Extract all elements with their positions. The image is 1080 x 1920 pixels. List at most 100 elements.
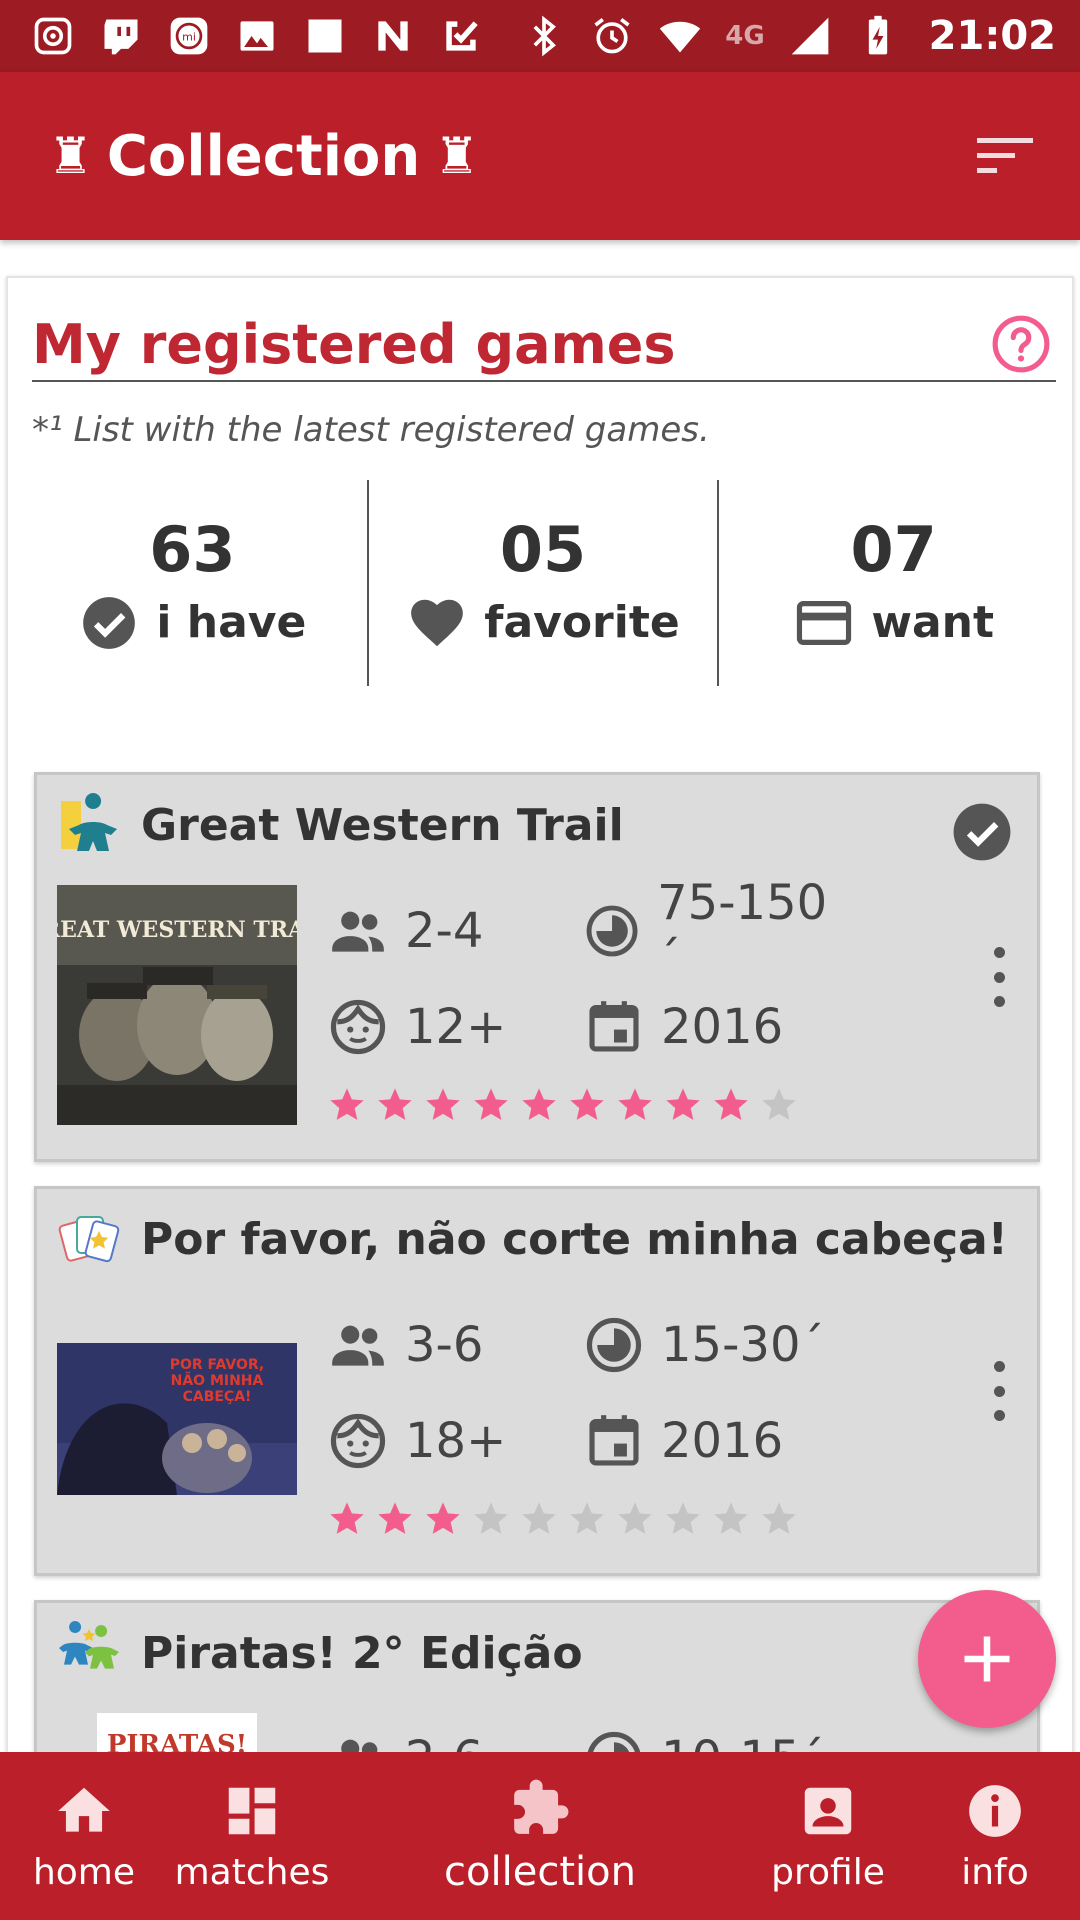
time-info: 75-150´ (583, 875, 839, 987)
status-bar: mi 4G 21:02 (0, 0, 1080, 72)
sort-icon (977, 138, 1033, 173)
stats-row: 63 i have 05 favorite 07 want (18, 480, 1068, 686)
square-icon (302, 13, 348, 59)
bluetooth-icon (521, 13, 567, 59)
bottom-navigation: home matches collection profile info (0, 1752, 1080, 1920)
nav-label: home (32, 1851, 136, 1893)
svg-text:CABEÇA!: CABEÇA! (183, 1389, 252, 1405)
signal-icon (787, 13, 833, 59)
battery-icon (855, 13, 901, 59)
star-empty-icon (714, 1502, 748, 1534)
page-title: Collection (106, 123, 421, 189)
game-card-header: Great Western Trail (57, 793, 624, 857)
game-card[interactable]: Por favor, não corte minha cabeça! POR F… (34, 1186, 1040, 1576)
game-meta: 2-4 75-150´ 12+ 2016 (327, 875, 847, 1075)
status-system-icons: 4G 21:02 (521, 13, 1056, 59)
age-info: 12+ (327, 996, 583, 1058)
age-value: 12+ (405, 999, 507, 1055)
star-filled-icon (570, 1088, 604, 1120)
players-value: 2-4 (405, 903, 484, 959)
star-filled-icon (378, 1088, 412, 1120)
time-value: 75-150´ (657, 875, 828, 987)
rating-stars (327, 1085, 799, 1125)
clock-icon (586, 1317, 642, 1373)
nav-label: collection (444, 1849, 636, 1895)
star-filled-icon (426, 1502, 460, 1534)
rook-icon: ♜ (48, 127, 93, 185)
players-icon (332, 1325, 384, 1366)
check-circle-icon (83, 596, 136, 649)
nav-collection[interactable]: collection (440, 1752, 640, 1920)
players-info: 2-4 (327, 900, 583, 962)
meeple-logo-icon (61, 793, 117, 851)
game-meta: 3-6 15-30´ 18+ 2016 (327, 1297, 847, 1489)
star-filled-icon (522, 1088, 556, 1120)
stat-want[interactable]: 07 want (717, 480, 1068, 686)
sort-button[interactable] (970, 121, 1040, 191)
stat-value: 07 (850, 512, 937, 586)
calendar-icon (589, 1001, 639, 1052)
wifi-icon (657, 13, 703, 59)
time-value: 15-30´ (661, 1317, 825, 1373)
star-filled-icon (666, 1088, 700, 1120)
cards-logo-icon (58, 1216, 120, 1263)
owned-check-icon[interactable] (951, 801, 1013, 863)
star-filled-icon (618, 1088, 652, 1120)
star-empty-icon (666, 1502, 700, 1534)
stat-value: 05 (499, 512, 587, 586)
more-options-button[interactable] (987, 947, 1011, 1007)
svg-text:mi: mi (182, 31, 196, 44)
calendar-icon (589, 1415, 639, 1466)
mi-icon: mi (166, 13, 212, 59)
game-title: Por favor, não corte minha cabeça! (141, 1213, 1008, 1265)
cover-image: POR FAVOR, NÃO MINHA CABEÇA! (57, 1343, 297, 1495)
rating-stars (327, 1499, 799, 1539)
cover-text: GREAT WESTERN TRAIL (57, 917, 297, 943)
game-cover[interactable]: POR FAVOR, NÃO MINHA CABEÇA! (57, 1343, 297, 1495)
stat-value: 63 (149, 512, 236, 586)
cover-image: GREAT WESTERN TRAIL (57, 885, 297, 1125)
game-title: Great Western Trail (141, 799, 624, 851)
star-empty-icon (618, 1502, 652, 1534)
info-icon (969, 1784, 1021, 1837)
game-cover[interactable]: GREAT WESTERN TRAIL (57, 885, 297, 1125)
nav-profile[interactable]: profile (760, 1752, 896, 1920)
game-card[interactable]: Great Western Trail GREAT WESTERN TRAIL … (34, 772, 1040, 1162)
plus-icon (964, 1636, 1010, 1682)
network-type: 4G (725, 21, 765, 51)
home-icon (58, 1787, 110, 1832)
dashboard-icon (228, 1787, 276, 1834)
players-info: 3-6 (327, 1314, 583, 1376)
help-icon[interactable] (990, 313, 1052, 375)
stat-favorite[interactable]: 05 favorite (366, 480, 718, 686)
stat-label: i have (156, 597, 307, 648)
time-info: 15-30´ (583, 1314, 839, 1376)
star-filled-icon (330, 1088, 364, 1120)
nav-home[interactable]: home (28, 1752, 140, 1920)
nav-matches[interactable]: matches (174, 1752, 330, 1920)
svg-text:POR FAVOR,: POR FAVOR, (170, 1357, 265, 1373)
face-icon (330, 1413, 386, 1469)
star-filled-icon (330, 1502, 364, 1534)
nav-label: info (961, 1851, 1029, 1893)
star-filled-icon (474, 1088, 508, 1120)
star-empty-icon (474, 1502, 508, 1534)
game-title: Piratas! 2° Edição (141, 1627, 583, 1679)
more-options-button[interactable] (987, 1361, 1011, 1421)
stat-label: favorite (484, 597, 680, 648)
card-icon (797, 600, 852, 645)
gallery-icon (234, 13, 280, 59)
puzzle-icon (514, 1779, 569, 1834)
star-empty-icon (762, 1088, 796, 1120)
players-value: 3-6 (405, 1317, 484, 1373)
stat-have[interactable]: 63 i have (18, 480, 367, 686)
year-value: 2016 (661, 999, 784, 1055)
star-empty-icon (570, 1502, 604, 1534)
stat-label: want (871, 597, 995, 648)
stat-label-row: want (793, 592, 994, 654)
nav-label: profile (771, 1851, 885, 1893)
nav-info[interactable]: info (940, 1752, 1050, 1920)
star-empty-icon (762, 1502, 796, 1534)
add-game-button[interactable] (918, 1590, 1056, 1728)
year-info: 2016 (583, 996, 839, 1058)
